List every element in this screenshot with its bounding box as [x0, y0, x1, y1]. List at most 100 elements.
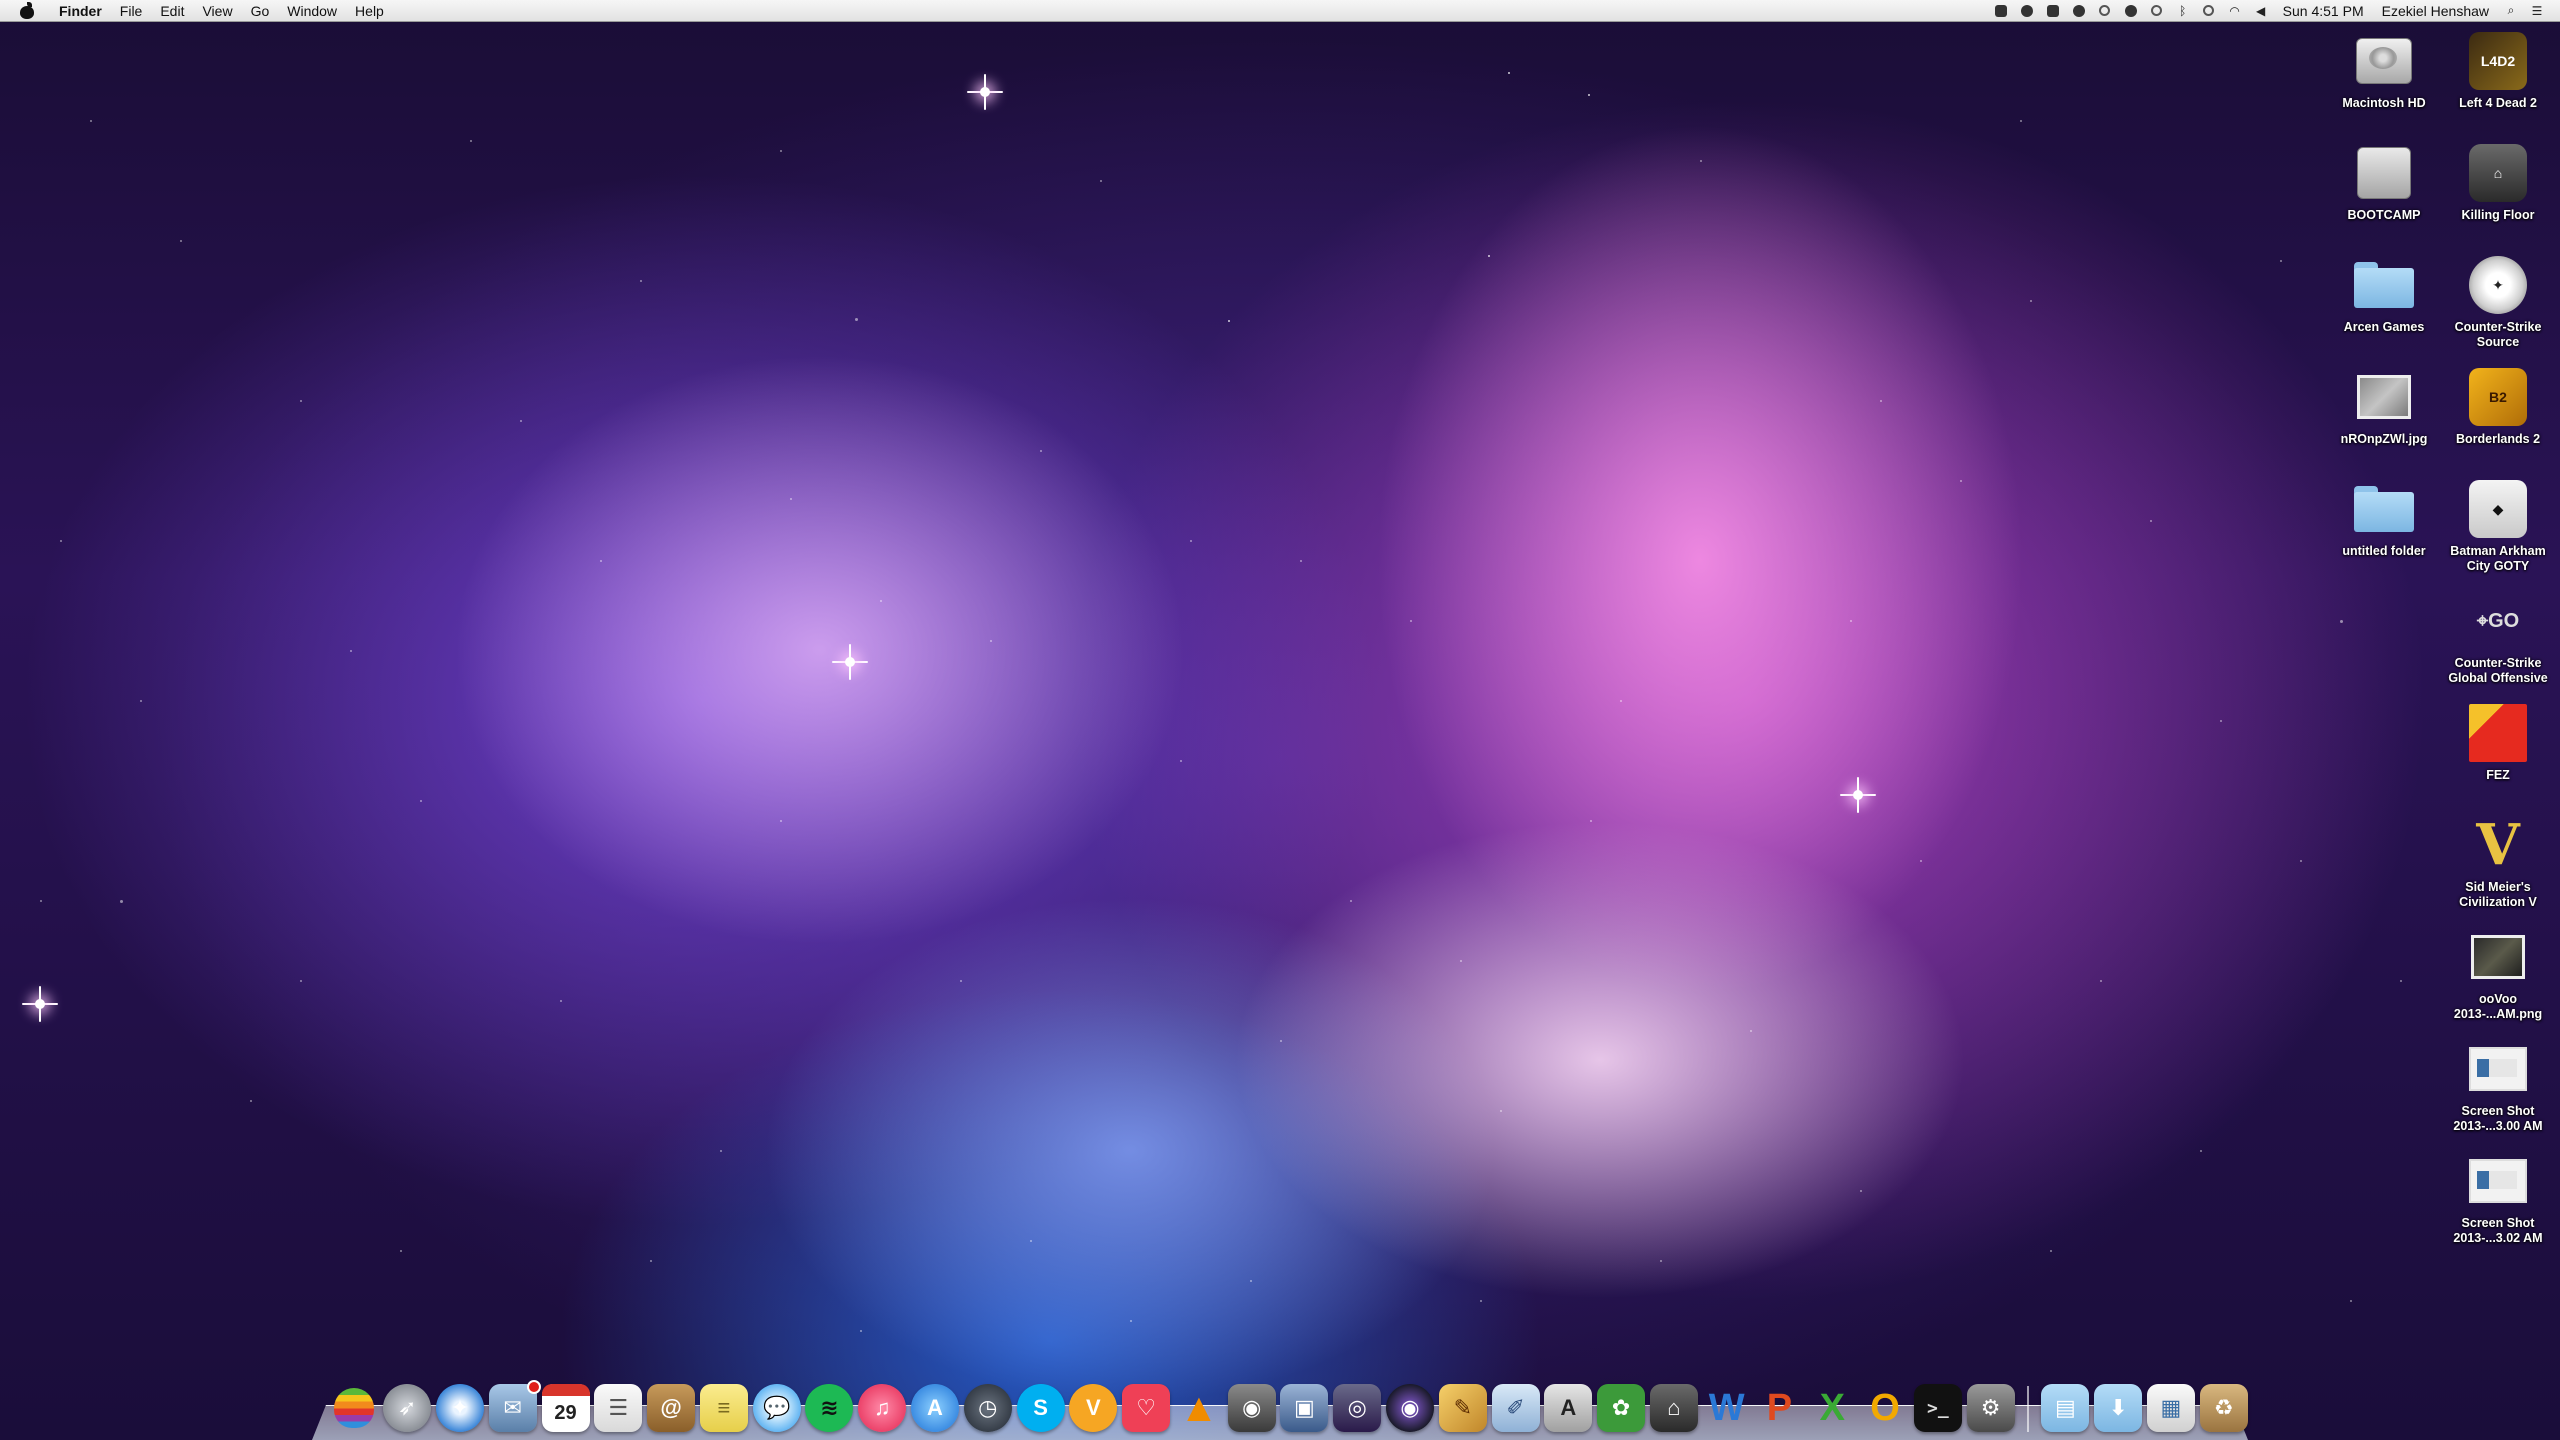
- star: [2300, 860, 2302, 862]
- civilization-v-icon: V: [2476, 812, 2520, 878]
- dock-messages-icon[interactable]: 💬: [752, 1384, 801, 1432]
- star: [1190, 540, 1192, 542]
- dock-finder-apple-icon[interactable]: [330, 1384, 378, 1432]
- desktop-icon-screenshot-1[interactable]: Screen Shot 2013-...3.00 AM: [2438, 1038, 2558, 1134]
- desktop-icon-arcen-games[interactable]: Arcen Games: [2324, 254, 2444, 335]
- menu-view[interactable]: View: [193, 0, 241, 22]
- dock-mail-icon[interactable]: ✉: [488, 1380, 541, 1432]
- dock-calendar-icon[interactable]: 29: [541, 1384, 590, 1432]
- desktop-icon-screenshot-2[interactable]: Screen Shot 2013-...3.02 AM: [2438, 1150, 2558, 1246]
- dock-vlc-icon[interactable]: ▲: [1175, 1384, 1223, 1432]
- dock-document-stack-icon[interactable]: ▦: [2146, 1384, 2195, 1432]
- cloud-status-icon[interactable]: [2070, 4, 2088, 18]
- app-status-icon[interactable]: [2044, 4, 2062, 18]
- word-letter: W: [1708, 1386, 1745, 1429]
- bright-star: [965, 72, 1005, 112]
- dock-font-app-icon[interactable]: A: [1544, 1384, 1593, 1432]
- dock-evernote-icon[interactable]: ✿: [1597, 1384, 1646, 1432]
- desktop-icon-bootcamp[interactable]: BOOTCAMP: [2324, 142, 2444, 223]
- star: [1880, 400, 1882, 402]
- dock-system-preferences-icon[interactable]: ⚙: [1966, 1384, 2015, 1432]
- menu-edit[interactable]: Edit: [151, 0, 193, 22]
- desktop-icon-civilization-v[interactable]: V Sid Meier's Civilization V: [2438, 812, 2558, 910]
- desktop-icon-csgo[interactable]: ⌖GO Counter-Strike Global Offensive: [2438, 590, 2558, 686]
- star: [1590, 820, 1592, 822]
- dock-launchpad-icon[interactable]: ➶: [383, 1384, 432, 1432]
- star: [120, 900, 123, 903]
- dock-pencil-app-icon[interactable]: ✎: [1438, 1384, 1487, 1432]
- desktop-icon-untitled-folder[interactable]: untitled folder: [2324, 478, 2444, 559]
- dock-word-icon[interactable]: W: [1703, 1384, 1751, 1432]
- dock-vienna-icon[interactable]: V: [1069, 1384, 1118, 1432]
- dock-app-store-icon[interactable]: A: [910, 1384, 959, 1432]
- desktop-icon-jpg-file[interactable]: nROnpZWl.jpg: [2324, 366, 2444, 447]
- dock-outlook-icon[interactable]: O: [1861, 1384, 1909, 1432]
- dock-downloads-folder-icon[interactable]: ⬇: [2094, 1384, 2143, 1432]
- dock-time-machine-icon[interactable]: ◷: [963, 1384, 1012, 1432]
- dock-spotify-icon[interactable]: ≋: [805, 1384, 854, 1432]
- desktop-icon-counter-strike-source[interactable]: ✦ Counter-Strike Source: [2438, 254, 2558, 350]
- desktop-icon-label: Counter-Strike Source: [2454, 320, 2542, 349]
- dock-itunes-icon[interactable]: ♫: [858, 1384, 907, 1432]
- star: [1660, 1260, 1662, 1262]
- desktop-icon-label: Screen Shot 2013-...3.00 AM: [2453, 1104, 2543, 1133]
- desktop-icon-borderlands-2[interactable]: B2 Borderlands 2: [2438, 366, 2558, 447]
- menu-file[interactable]: File: [111, 0, 152, 22]
- dock-notes-icon[interactable]: ≡: [699, 1384, 748, 1432]
- dock-trash-icon[interactable]: ♻: [2199, 1384, 2248, 1432]
- dock-terminal-icon[interactable]: >_: [1913, 1384, 1962, 1432]
- desktop-icon-fez[interactable]: FEZ: [2438, 702, 2558, 783]
- dock-webcam-icon[interactable]: ◉: [1386, 1384, 1435, 1432]
- dock-skype-icon[interactable]: S: [1016, 1384, 1065, 1432]
- menu-app-finder[interactable]: Finder: [50, 0, 111, 22]
- star: [1130, 1320, 1132, 1322]
- menubar-user[interactable]: Ezekiel Henshaw: [2373, 0, 2498, 22]
- dock-image-capture-icon[interactable]: ◉: [1227, 1384, 1276, 1432]
- dock-applications-folder-icon[interactable]: ▤: [2041, 1384, 2090, 1432]
- star: [40, 900, 42, 902]
- time-machine-icon[interactable]: [2200, 4, 2218, 18]
- dock-preview-icon[interactable]: ▣: [1280, 1384, 1329, 1432]
- star: [1460, 960, 1462, 962]
- clock-status-icon[interactable]: [2148, 4, 2166, 18]
- counter-strike-source-icon: ✦: [2469, 256, 2527, 314]
- menu-window[interactable]: Window: [278, 0, 346, 22]
- dropbox-status-icon[interactable]: [1992, 4, 2010, 18]
- desktop-icon-oovoo-png[interactable]: ooVoo 2013-...AM.png: [2438, 926, 2558, 1022]
- star: [960, 980, 962, 982]
- bluetooth-icon[interactable]: ᛒ: [2174, 4, 2192, 18]
- star: [300, 400, 302, 402]
- star: [2400, 980, 2402, 982]
- star: [520, 420, 522, 422]
- star: [780, 820, 782, 822]
- star: [300, 980, 302, 982]
- menubar-clock[interactable]: Sun 4:51 PM: [2274, 0, 2373, 22]
- drive-icon: [2357, 147, 2411, 199]
- sync-status-icon[interactable]: [2122, 4, 2140, 18]
- apple-menu-icon[interactable]: [18, 1, 36, 20]
- dock-textedit-icon[interactable]: ✐: [1491, 1384, 1540, 1432]
- volume-icon[interactable]: ◀: [2252, 4, 2270, 18]
- dock-reminders-icon[interactable]: ☰: [594, 1384, 643, 1432]
- dock-screen-recorder-icon[interactable]: ◎: [1333, 1384, 1382, 1432]
- desktop-icon-killing-floor[interactable]: ⌂ Killing Floor: [2438, 142, 2558, 223]
- menu-go[interactable]: Go: [242, 0, 279, 22]
- desktop-icon-left-4-dead-2[interactable]: L4D2 Left 4 Dead 2: [2438, 30, 2558, 111]
- notification-center-icon[interactable]: ☰: [2528, 4, 2546, 18]
- desktop-icon-batman-arkham-city[interactable]: ◆ Batman Arkham City GOTY: [2438, 478, 2558, 574]
- dock-safari-icon[interactable]: ✦: [435, 1384, 484, 1432]
- dock-powerpoint-icon[interactable]: P: [1755, 1384, 1803, 1432]
- excel-letter: X: [1819, 1386, 1845, 1429]
- steam-game-icon: ⌂: [2469, 144, 2527, 202]
- dock-excel-icon[interactable]: X: [1808, 1384, 1856, 1432]
- camera-status-icon[interactable]: [2096, 4, 2114, 18]
- wifi-icon[interactable]: ◠: [2226, 4, 2244, 18]
- menu-help[interactable]: Help: [346, 0, 393, 22]
- evernote-status-icon[interactable]: [2018, 4, 2036, 18]
- dock-steam-icon[interactable]: ⌂: [1649, 1384, 1698, 1432]
- spotlight-search-icon[interactable]: ⌕: [2502, 3, 2520, 18]
- dock-contacts-icon[interactable]: @: [647, 1384, 696, 1432]
- dock-pocket-icon[interactable]: ♡: [1122, 1384, 1171, 1432]
- desktop-icon-macintosh-hd[interactable]: Macintosh HD: [2324, 30, 2444, 111]
- bright-star: [20, 984, 60, 1024]
